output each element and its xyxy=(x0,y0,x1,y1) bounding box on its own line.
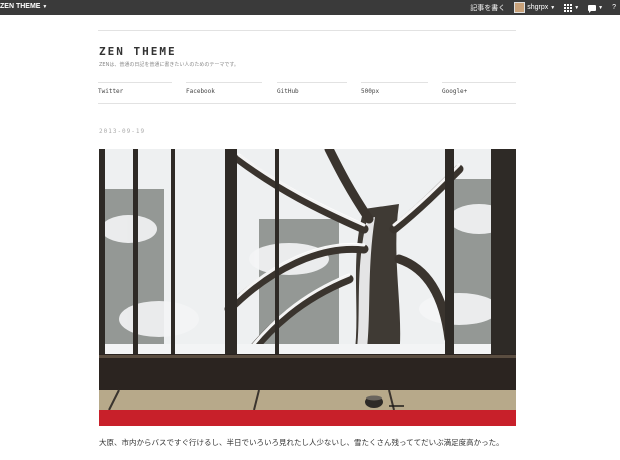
post-date[interactable]: 2013-09-19 xyxy=(99,128,145,135)
site-menu[interactable]: ZEN THEME ▼ xyxy=(0,3,47,10)
help-button[interactable]: ? xyxy=(612,4,616,11)
apps-menu[interactable]: ▼ xyxy=(564,3,580,12)
write-post-link[interactable]: 記事を書く xyxy=(470,3,505,13)
nav-link-googleplus[interactable]: Google+ xyxy=(442,82,516,95)
site-tagline: ZENは、普通の日記を普通に書きたい人のためのテーマです。 xyxy=(99,62,239,68)
nav-link-facebook[interactable]: Facebook xyxy=(186,82,262,95)
header-divider xyxy=(98,30,516,31)
chevron-down-icon: ▼ xyxy=(550,4,556,11)
nav-link-twitter[interactable]: Twitter xyxy=(98,82,172,95)
admin-bar: ZEN THEME ▼ 記事を書く shgrpx ▼ ▼ ▼ ? xyxy=(0,0,620,15)
username-label: shgrpx xyxy=(527,4,549,11)
post-body: 大原、市内からバスですぐ行けるし、半日でいろいろ見れたし人少ないし、雪たくさん残… xyxy=(99,438,504,447)
chevron-down-icon: ▼ xyxy=(574,4,580,11)
post-photo xyxy=(99,149,516,426)
grid-icon xyxy=(564,3,573,12)
site-title[interactable]: ZEN THEME xyxy=(99,45,177,58)
chat-icon xyxy=(588,4,597,13)
user-menu[interactable]: shgrpx ▼ xyxy=(514,2,555,13)
chevron-down-icon: ▼ xyxy=(598,4,604,11)
help-icon: ? xyxy=(612,4,616,11)
social-nav: Twitter Facebook GitHub 500px Google+ xyxy=(98,82,516,96)
nav-link-github[interactable]: GitHub xyxy=(277,82,347,95)
notifications-menu[interactable]: ▼ xyxy=(588,4,604,13)
nav-divider xyxy=(98,103,516,104)
site-name-link[interactable]: ZEN THEME xyxy=(0,3,40,10)
chevron-down-icon: ▼ xyxy=(42,4,48,10)
nav-link-500px[interactable]: 500px xyxy=(361,82,428,95)
avatar xyxy=(514,2,526,13)
